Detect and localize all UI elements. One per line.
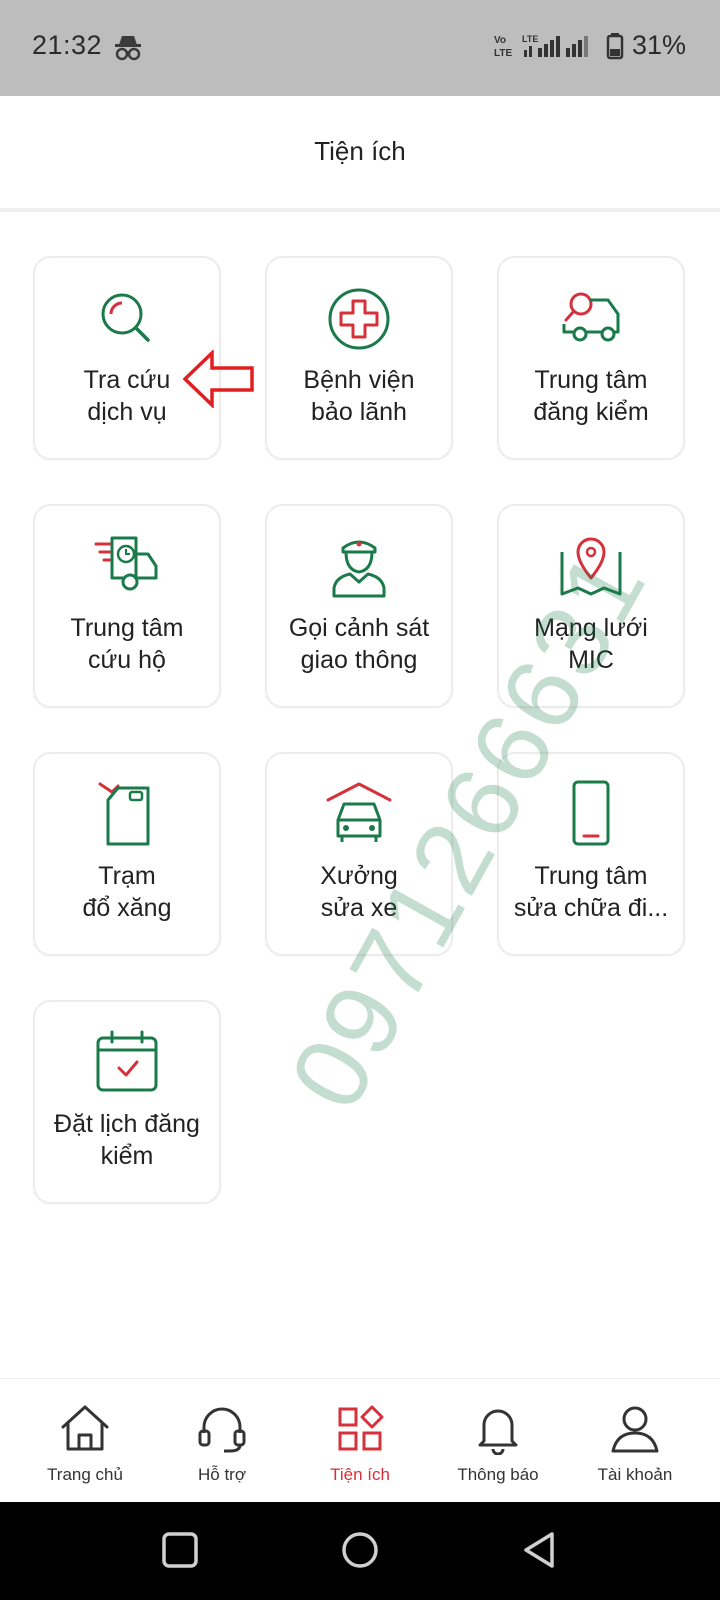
nav-label: Trang chủ bbox=[47, 1465, 123, 1484]
map-pin-icon bbox=[499, 532, 683, 604]
utilities-grid-icon bbox=[291, 1403, 429, 1455]
nav-tien-ich[interactable]: Tiện ích bbox=[291, 1379, 429, 1503]
traffic-police-icon bbox=[267, 532, 451, 604]
nav-label: Tiện ích bbox=[330, 1465, 390, 1484]
battery-percent: 31% bbox=[632, 30, 687, 60]
back-button-icon[interactable] bbox=[520, 1530, 560, 1575]
tile-label: Trạm đổ xăng bbox=[82, 862, 172, 922]
calendar-check-icon bbox=[35, 1028, 219, 1100]
nav-tai-khoan[interactable]: Tài khoản bbox=[566, 1379, 704, 1503]
system-nav-bar bbox=[0, 1502, 720, 1600]
tile-trung-tam-sua-chua[interactable]: Trung tâm sửa chữa đi... bbox=[497, 752, 685, 956]
app-header: Tiện ích bbox=[0, 96, 720, 212]
home-icon bbox=[16, 1403, 154, 1455]
tile-tram-do-xang[interactable]: Trạm đổ xăng bbox=[33, 752, 221, 956]
hospital-cross-icon bbox=[267, 284, 451, 356]
tile-label: Trung tâm đăng kiểm bbox=[533, 366, 649, 426]
annotation-arrow-icon bbox=[182, 348, 255, 413]
svg-text:Vo: Vo bbox=[494, 35, 506, 46]
nav-ho-tro[interactable]: Hỗ trợ bbox=[153, 1379, 291, 1503]
tile-label: Gọi cảnh sát giao thông bbox=[288, 614, 430, 674]
page-title: Tiện ích bbox=[314, 136, 406, 166]
search-icon bbox=[35, 284, 219, 356]
incognito-icon bbox=[113, 33, 143, 66]
tile-xuong-sua-xe[interactable]: Xưởng sửa xe bbox=[265, 752, 453, 956]
nav-thong-bao[interactable]: Thông báo bbox=[429, 1379, 567, 1503]
status-time: 21:32 bbox=[32, 30, 103, 60]
tile-label: Trung tâm sửa chữa đi... bbox=[513, 862, 669, 922]
nav-label: Thông báo bbox=[457, 1465, 539, 1484]
tile-trung-tam-dang-kiem[interactable]: Trung tâm đăng kiểm bbox=[497, 256, 685, 460]
tile-mang-luoi-mic[interactable]: Mạng lưới MIC bbox=[497, 504, 685, 708]
svg-text:LTE: LTE bbox=[522, 34, 538, 44]
status-bar: 21:32 Vo LTE LTE 31% bbox=[0, 0, 720, 96]
volte-icon: Vo LTE bbox=[494, 32, 516, 65]
home-button-icon[interactable] bbox=[340, 1530, 380, 1575]
tile-dat-lich-dang-kiem[interactable]: Đặt lịch đăng kiểm bbox=[33, 1000, 221, 1204]
svg-text:LTE: LTE bbox=[494, 48, 512, 59]
tile-benh-vien-bao-lanh[interactable]: Bệnh viện bảo lãnh bbox=[265, 256, 453, 460]
user-icon bbox=[566, 1403, 704, 1455]
bell-icon bbox=[429, 1403, 567, 1455]
nav-label: Tài khoản bbox=[597, 1465, 673, 1484]
headset-icon bbox=[153, 1403, 291, 1455]
inspection-truck-icon bbox=[499, 284, 683, 356]
garage-car-icon bbox=[267, 780, 451, 852]
tile-label: Mạng lưới MIC bbox=[534, 614, 648, 674]
tile-label: Bệnh viện bảo lãnh bbox=[303, 366, 415, 426]
battery-icon bbox=[606, 32, 624, 65]
bottom-nav: Trang chủ Hỗ trợ Tiện ích Thông báo Tài … bbox=[0, 1378, 720, 1503]
recents-button-icon[interactable] bbox=[160, 1530, 200, 1575]
tile-goi-canh-sat-giao-thong[interactable]: Gọi cảnh sát giao thông bbox=[265, 504, 453, 708]
fuel-can-icon bbox=[35, 780, 219, 852]
nav-label: Hỗ trợ bbox=[198, 1465, 246, 1484]
phone-repair-icon bbox=[499, 780, 683, 852]
tile-label: Xưởng sửa xe bbox=[320, 862, 398, 922]
tile-trung-tam-cuu-ho[interactable]: Trung tâm cứu hộ bbox=[33, 504, 221, 708]
nav-trang-chu[interactable]: Trang chủ bbox=[16, 1379, 154, 1503]
tile-label: Đặt lịch đăng kiểm bbox=[54, 1110, 200, 1170]
tile-label: Trung tâm cứu hộ bbox=[70, 614, 184, 674]
rescue-truck-icon bbox=[35, 532, 219, 604]
